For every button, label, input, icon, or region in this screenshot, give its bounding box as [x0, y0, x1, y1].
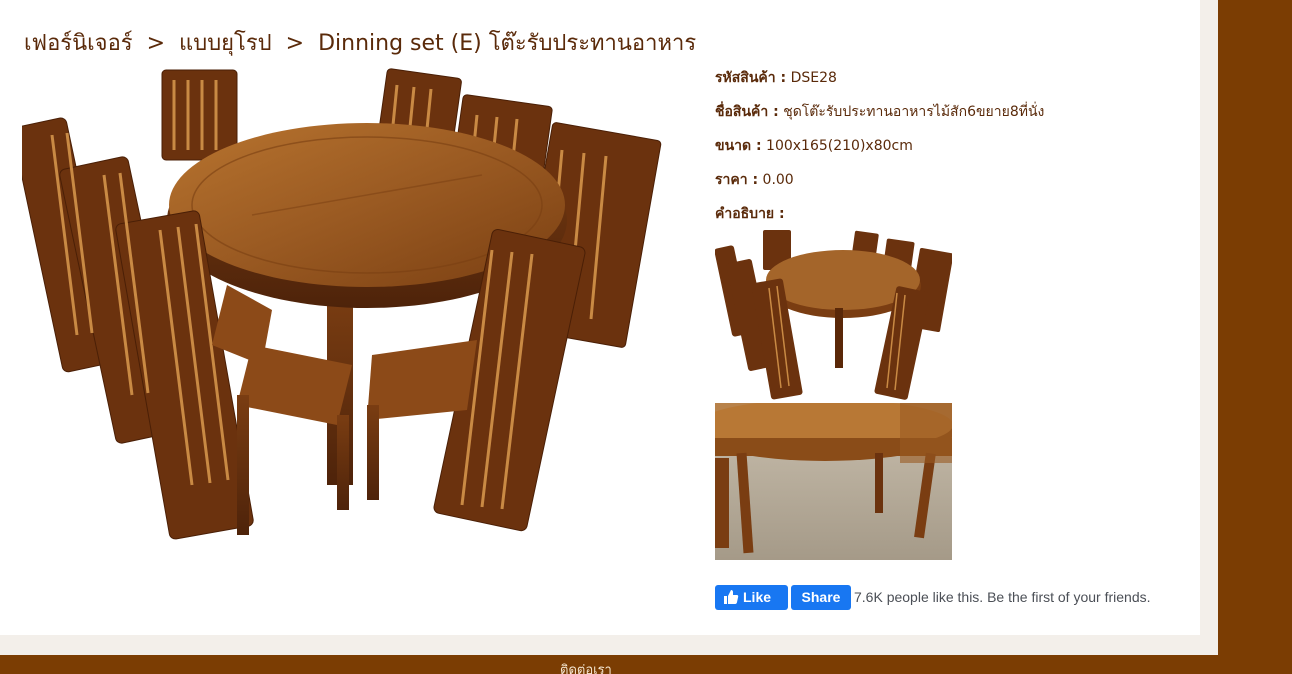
breadcrumb-item-current: Dinning set (E) โต๊ะรับประทานอาหาร [318, 31, 697, 56]
main-product-image[interactable] [22, 65, 662, 550]
facebook-like-count: 7.6K people like this. Be the first of y… [854, 589, 1151, 605]
spec-size-label: ขนาด : [715, 138, 762, 154]
spec-code: รหัสสินค้า : DSE28 [715, 68, 1185, 102]
thumbnail-image-dining-set[interactable] [715, 228, 952, 404]
spec-name-value: ชุดโต๊ะรับประทานอาหารไม้สัก6ขยาย8ที่นั่ง [783, 104, 1045, 120]
product-specs: รหัสสินค้า : DSE28 ชื่อสินค้า : ชุดโต๊ะร… [715, 68, 1185, 238]
thumbs-up-icon [724, 590, 739, 604]
facebook-like-label: Like [743, 589, 772, 605]
breadcrumb-separator: > [146, 31, 166, 56]
spec-code-label: รหัสสินค้า : [715, 70, 787, 86]
spec-price-value: 0.00 [762, 172, 794, 188]
spec-name: ชื่อสินค้า : ชุดโต๊ะรับประทานอาหารไม้สัก… [715, 102, 1185, 136]
spec-price-label: ราคา : [715, 172, 759, 188]
spec-description-label: คำอธิบาย : [715, 206, 785, 222]
footer-text: ติดต่อเรา [560, 663, 612, 674]
facebook-like-button[interactable]: Like [715, 585, 788, 610]
breadcrumb-item-european[interactable]: แบบยุโรป [179, 31, 272, 56]
thumbnail-image-table-closeup[interactable] [715, 403, 952, 560]
facebook-share-button[interactable]: Share [791, 585, 851, 610]
footer-bar: ติดต่อเรา [0, 655, 1292, 674]
facebook-like-widget: Like Share 7.6K people like this. Be the f… [715, 585, 1151, 610]
breadcrumb: เฟอร์นิเจอร์ > แบบยุโรป > Dinning set (E) โต… [24, 25, 696, 60]
spec-code-value: DSE28 [790, 70, 837, 86]
spec-name-label: ชื่อสินค้า : [715, 104, 779, 120]
breadcrumb-separator: > [285, 31, 305, 56]
spec-size: ขนาด : 100x165(210)x80cm [715, 136, 1185, 170]
product-panel: เฟอร์นิเจอร์ > แบบยุโรป > Dinning set (E) โต… [0, 0, 1200, 635]
spec-size-value: 100x165(210)x80cm [766, 138, 913, 154]
right-side-band [1218, 0, 1292, 674]
spec-price: ราคา : 0.00 [715, 170, 1185, 204]
breadcrumb-item-furniture[interactable]: เฟอร์นิเจอร์ [24, 31, 133, 56]
